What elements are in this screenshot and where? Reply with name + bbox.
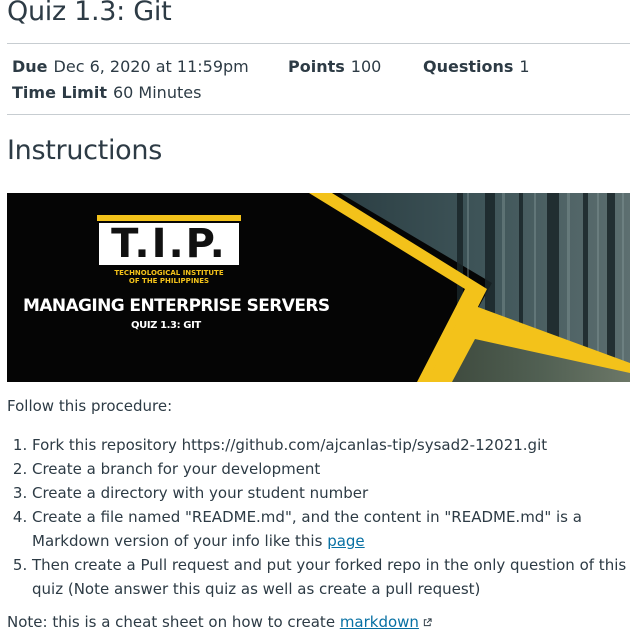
divider [7,114,630,115]
page-link[interactable]: page [327,532,364,550]
step-2-text: Create a branch for your development [32,460,321,478]
note-text: Note: this is a cheat sheet on how to cr… [7,613,340,631]
points: Points 100 [288,57,381,76]
questions-label: Questions [423,57,514,76]
note: Note: this is a cheat sheet on how to cr… [7,613,432,631]
banner-quiz-label: QUIZ 1.3: GIT [131,320,201,331]
banner-course-title: MANAGING ENTERPRISE SERVERS [23,296,330,316]
time-limit: Time Limit 60 Minutes [12,83,201,102]
course-banner-image: T.I.P. TECHNOLOGICAL INSTITUTE OF THE PH… [7,193,630,382]
institute-line-2: OF THE PHILIPPINES [128,277,210,285]
divider [7,43,630,44]
markdown-link[interactable]: markdown [340,613,419,631]
step-3-text: Create a directory with your student num… [32,484,369,502]
time-limit-label: Time Limit [12,83,107,102]
points-value: 100 [350,57,382,76]
due-label: Due [12,57,48,76]
due-value: Dec 6, 2020 at 11:59pm [53,57,249,76]
logo-text: T.I.P. [99,223,239,265]
procedure-list: Fork this repository https://github.com/… [7,433,632,601]
questions-value: 1 [519,57,530,76]
quiz-title: Quiz 1.3: Git [7,0,172,27]
instructions-intro: Follow this procedure: [7,397,173,415]
due-date: Due Dec 6, 2020 at 11:59pm [12,57,249,76]
institute-line-1: TECHNOLOGICAL INSTITUTE [114,269,224,277]
time-limit-value: 60 Minutes [112,83,202,102]
list-item: Create a directory with your student num… [32,481,632,505]
points-label: Points [288,57,345,76]
list-item: Fork this repository https://github.com/… [32,433,632,457]
instructions-heading: Instructions [7,135,162,166]
step-4-text: Create a file named "README.md", and the… [32,508,582,550]
list-item: Create a branch for your development [32,457,632,481]
step-5-text: Then create a Pull request and put your … [32,556,627,598]
institute-name: TECHNOLOGICAL INSTITUTE OF THE PHILIPPIN… [97,269,241,285]
list-item: Create a file named "README.md", and the… [32,505,632,553]
step-1-text: Fork this repository https://github.com/… [32,436,548,454]
tip-logo: T.I.P. TECHNOLOGICAL INSTITUTE OF THE PH… [97,215,241,293]
questions: Questions 1 [423,57,530,76]
quiz-page: Quiz 1.3: Git Due Dec 6, 2020 at 11:59pm … [0,0,644,642]
list-item: Then create a Pull request and put your … [32,553,632,601]
external-link-icon [423,618,432,627]
